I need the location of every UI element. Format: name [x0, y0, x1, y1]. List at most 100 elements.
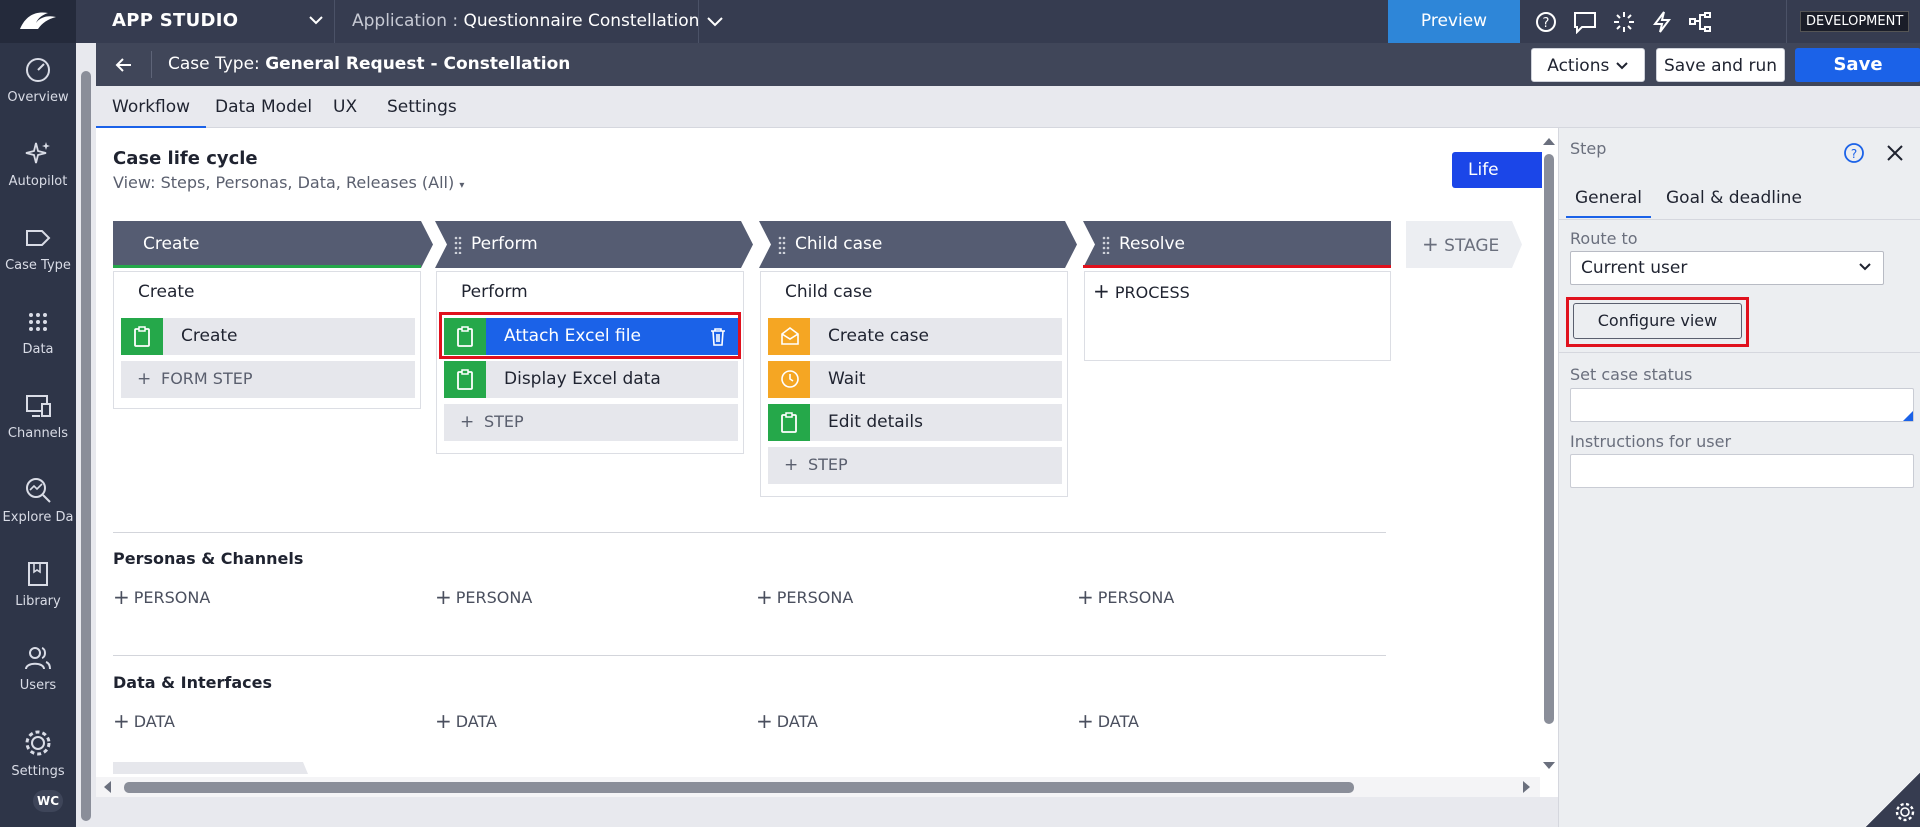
process-name[interactable]: Create [138, 282, 195, 302]
add-data-button[interactable]: + DATA [1077, 708, 1139, 733]
tab-goal-deadline[interactable]: Goal & deadline [1666, 188, 1802, 208]
nav-data[interactable]: Data [0, 308, 76, 388]
stage-child-case[interactable]: Child case [759, 221, 1077, 268]
add-data-button[interactable]: + DATA [113, 708, 175, 733]
view-filter-label: View: Steps, Personas, Data, Releases (A… [113, 173, 455, 192]
step-wait[interactable]: Wait [768, 361, 1062, 398]
case-status-input[interactable] [1570, 388, 1914, 422]
nav-channels[interactable]: Channels [0, 392, 76, 472]
logo[interactable] [0, 0, 76, 43]
data-interfaces-title: Data & Interfaces [113, 673, 272, 692]
nav-library[interactable]: Library [0, 560, 76, 640]
configure-view-button[interactable]: Configure view [1573, 303, 1742, 339]
close-icon[interactable] [1886, 144, 1904, 162]
actions-label: Actions [1547, 56, 1610, 76]
add-form-step-button[interactable]: + FORM STEP [121, 361, 415, 398]
chevron-down-icon[interactable] [306, 10, 326, 30]
stage-name: Child case [795, 234, 883, 254]
instructions-input[interactable] [1570, 454, 1914, 488]
case-type-prefix: Case Type: [168, 54, 260, 74]
actions-button[interactable]: Actions [1531, 48, 1645, 82]
arrow-down-icon[interactable] [1542, 761, 1556, 771]
arrow-left-icon[interactable] [102, 780, 112, 794]
plus-icon: + [435, 709, 452, 733]
tag-icon [26, 230, 51, 246]
speedometer-icon [26, 58, 50, 82]
tab-ux[interactable]: UX [317, 86, 373, 128]
divider [113, 655, 1386, 656]
help-icon[interactable]: ? [1534, 10, 1558, 34]
step-create[interactable]: Create [121, 318, 415, 355]
arrow-right-icon[interactable] [1522, 780, 1532, 794]
studio-title[interactable]: APP STUDIO [112, 10, 238, 31]
add-stage-button[interactable]: + STAGE [1406, 221, 1522, 268]
stage-resolve[interactable]: Resolve [1083, 221, 1391, 268]
arrow-up-icon[interactable] [1542, 136, 1556, 146]
canvas-vertical-scrollbar[interactable] [1540, 128, 1558, 775]
nav-explore-data[interactable]: Explore Da [0, 476, 76, 556]
add-persona-button[interactable]: + PERSONA [756, 584, 853, 609]
route-to-select[interactable]: Current user [1570, 251, 1884, 285]
loader-icon[interactable] [1612, 10, 1636, 34]
step-icon-tile [768, 404, 810, 441]
add-step-label: STEP [484, 412, 524, 431]
nav-scrollbar[interactable] [77, 46, 95, 827]
gear-icon [1895, 802, 1915, 822]
nav-label: Case Type [5, 258, 71, 273]
divider [698, 0, 699, 43]
add-persona-button[interactable]: + PERSONA [113, 584, 210, 609]
tab-general[interactable]: General [1566, 188, 1651, 218]
settings-corner[interactable] [1866, 773, 1920, 827]
users-icon [25, 647, 51, 670]
add-persona-button[interactable]: + PERSONA [435, 584, 532, 609]
nav-overview[interactable]: Overview [0, 56, 76, 136]
add-step-button[interactable]: + STEP [444, 404, 738, 441]
nav-case-type[interactable]: Case Type [0, 224, 76, 304]
add-process-button[interactable]: + PROCESS [1093, 279, 1190, 303]
application-selector[interactable]: Application : Questionnaire Constellatio… [352, 11, 725, 31]
canvas-horizontal-scrollbar[interactable] [96, 777, 1540, 797]
stage-name: Perform [471, 234, 538, 254]
avatar[interactable]: WC [33, 790, 63, 812]
step-edit-details[interactable]: Edit details [768, 404, 1062, 441]
add-data-button[interactable]: + DATA [756, 708, 818, 733]
stage-perform[interactable]: Perform [435, 221, 753, 268]
nav-users[interactable]: Users [0, 644, 76, 724]
tab-data-model[interactable]: Data Model [199, 86, 328, 128]
scroll-thumb[interactable] [124, 782, 1354, 793]
scroll-thumb[interactable] [81, 71, 91, 821]
back-arrow-icon[interactable] [114, 55, 134, 75]
tab-settings[interactable]: Settings [371, 86, 473, 128]
case-type-bar: Case Type: General Request - Constellati… [96, 43, 1920, 86]
preview-button[interactable]: Preview [1388, 0, 1520, 43]
step-display-excel-data[interactable]: Display Excel data [444, 361, 738, 398]
drag-handle-icon[interactable] [454, 236, 462, 254]
stage-create[interactable]: Create [113, 221, 433, 268]
help-icon[interactable]: ? [1843, 142, 1865, 164]
process-name[interactable]: Perform [461, 282, 528, 302]
step-create-case[interactable]: Create case [768, 318, 1062, 355]
nav-autopilot[interactable]: Autopilot [0, 140, 76, 220]
nav-label: Library [15, 594, 61, 609]
add-persona-button[interactable]: + PERSONA [1077, 584, 1174, 609]
plus-icon: + [113, 585, 130, 609]
save-button[interactable]: Save [1795, 48, 1920, 82]
add-data-button[interactable]: + DATA [435, 708, 497, 733]
tab-workflow[interactable]: Workflow [96, 86, 207, 128]
drag-handle-icon[interactable] [778, 236, 786, 254]
life-cycle-button[interactable]: Life cycle [1452, 152, 1542, 216]
process-name[interactable]: Child case [785, 282, 872, 302]
drag-handle-icon[interactable] [1102, 236, 1110, 254]
scroll-thumb[interactable] [1544, 154, 1554, 724]
add-step-button[interactable]: + STEP [768, 447, 1062, 484]
lightning-icon[interactable] [1651, 10, 1673, 34]
plus-icon: + [784, 455, 799, 475]
hierarchy-icon[interactable] [1688, 10, 1712, 34]
save-and-run-button[interactable]: Save and run [1656, 48, 1785, 82]
view-filter[interactable]: View: Steps, Personas, Data, Releases (A… [113, 173, 464, 192]
chart-search-icon [26, 478, 51, 503]
add-data-label: DATA [776, 712, 818, 731]
route-to-value: Current user [1581, 258, 1688, 278]
comment-icon[interactable] [1572, 10, 1598, 34]
plus-icon: + [137, 369, 152, 389]
